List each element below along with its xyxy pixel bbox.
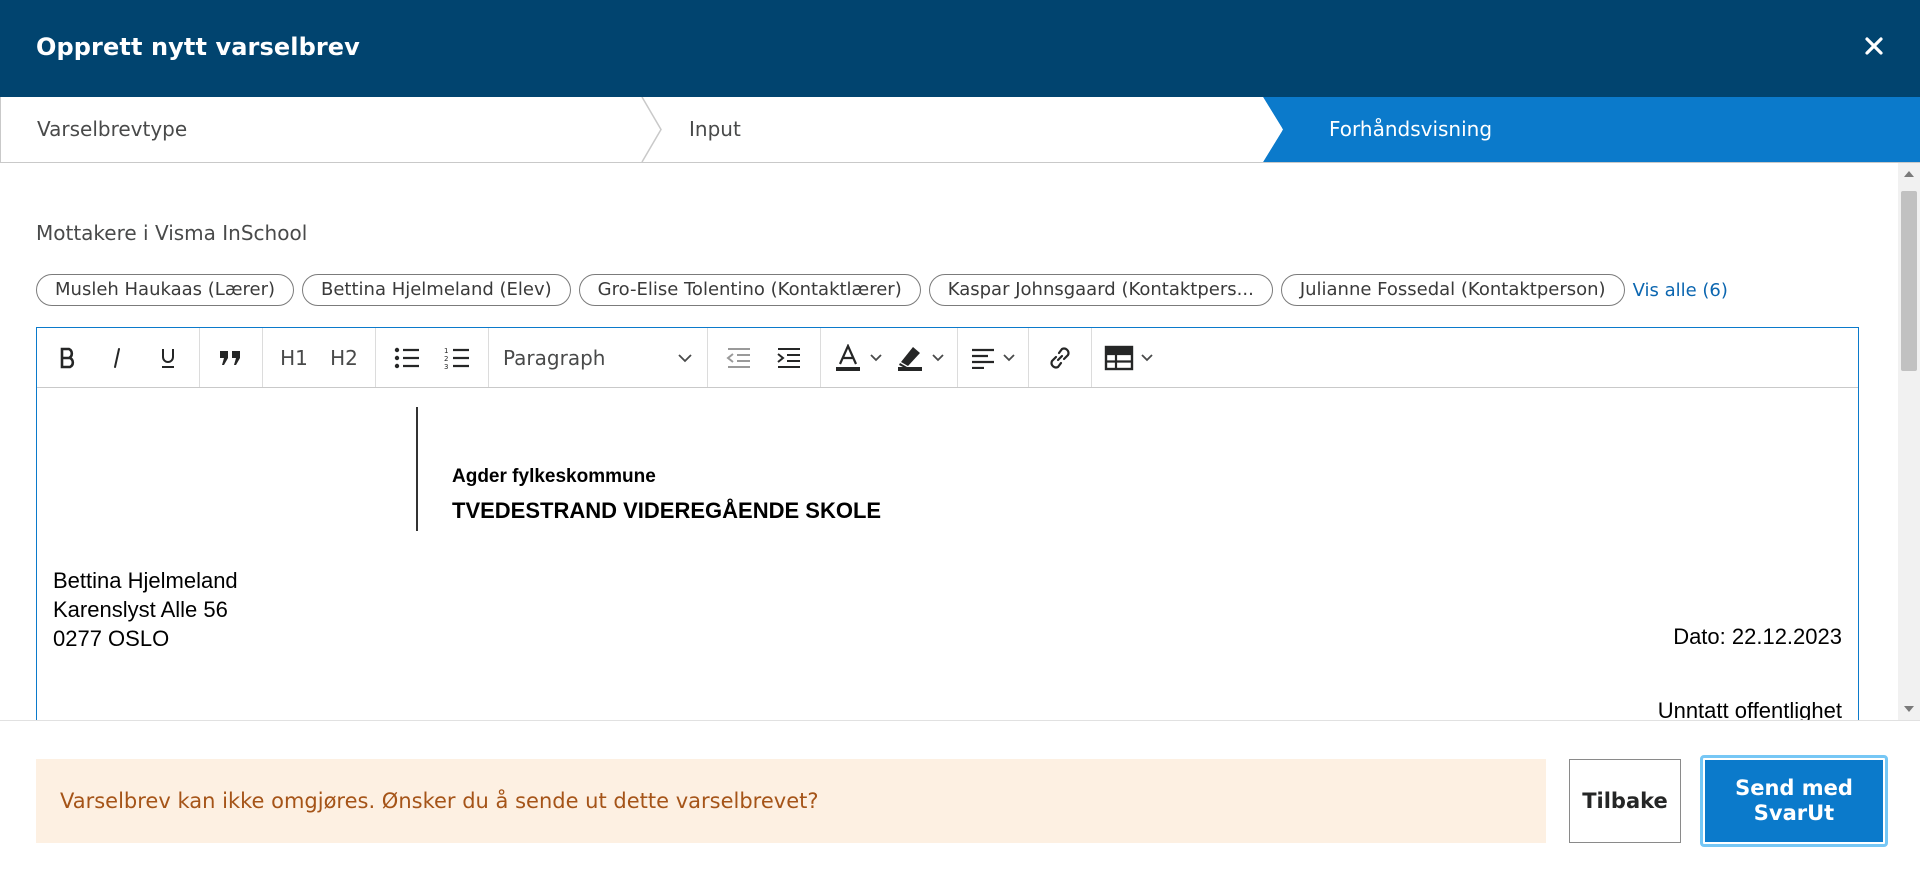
bold-icon <box>60 347 75 368</box>
recipients-label: Mottakere i Visma InSchool <box>36 221 308 245</box>
dialog-footer: Varselbrev kan ikke omgjøres. Ønsker du … <box>0 720 1920 878</box>
editor-toolbar: H1 H2 1 2 3 Paragraph <box>37 328 1858 388</box>
svg-text:3: 3 <box>444 363 448 370</box>
recipient-chip[interactable]: Gro-Elise Tolentino (Kontaktlærer) <box>578 274 921 306</box>
text-color-button[interactable] <box>827 338 889 378</box>
heading1-button[interactable]: H1 <box>269 338 319 378</box>
indent-button[interactable] <box>764 338 814 378</box>
content-scrollbar[interactable] <box>1898 163 1920 720</box>
letter-date: Dato: 22.12.2023 <box>1673 624 1842 649</box>
close-icon[interactable] <box>1858 30 1890 62</box>
numbered-list-button[interactable]: 1 2 3 <box>432 338 482 378</box>
toolbar-group-table <box>1092 328 1166 387</box>
underline-icon <box>162 348 174 368</box>
recipient-address: Bettina Hjelmeland Karenslyst Alle 56 02… <box>53 566 238 653</box>
table-icon <box>1104 345 1134 370</box>
step-separator <box>1263 97 1287 162</box>
dialog-header: Opprett nytt varselbrev <box>0 0 1920 97</box>
send-label-line: Send med <box>1735 776 1853 800</box>
send-button-label: Send med SvarUt <box>1705 760 1883 842</box>
rich-text-editor: H1 H2 1 2 3 Paragraph Agder fylkeskommun… <box>36 327 1859 720</box>
step-varselbrevtype[interactable]: Varselbrevtype <box>37 97 187 162</box>
send-label-line: SvarUt <box>1753 801 1835 825</box>
chevron-down-icon <box>1003 353 1015 361</box>
scroll-down-arrow-icon[interactable] <box>1904 706 1914 712</box>
outdent-icon <box>726 347 750 368</box>
underline-button[interactable] <box>143 338 193 378</box>
toolbar-group-align <box>958 328 1029 387</box>
quote-icon <box>220 350 240 365</box>
recipient-chips: Musleh Haukaas (Lærer) Bettina Hjelmelan… <box>36 274 1728 306</box>
organization-name: Agder fylkeskommune <box>452 466 656 487</box>
step-input[interactable]: Input <box>689 97 741 162</box>
recipient-chip[interactable]: Bettina Hjelmeland (Elev) <box>302 274 571 306</box>
toolbar-group-block-format: Paragraph <box>489 328 708 387</box>
indent-icon <box>777 347 800 368</box>
block-format-value: Paragraph <box>503 345 606 370</box>
highlight-color-button[interactable] <box>889 338 951 378</box>
align-left-icon <box>972 348 994 369</box>
svg-text:1: 1 <box>444 347 448 355</box>
text-color-icon <box>836 343 860 371</box>
numbered-list-icon: 1 2 3 <box>444 347 469 370</box>
back-button[interactable]: Tilbake <box>1569 759 1681 843</box>
bullet-list-icon <box>394 347 419 368</box>
toolbar-group-link <box>1029 328 1092 387</box>
show-all-recipients-link[interactable]: Vis alle (6) <box>1633 280 1728 301</box>
link-button[interactable] <box>1035 338 1085 378</box>
link-icon <box>1050 346 1070 369</box>
send-with-svarut-button[interactable]: Send med SvarUt <box>1700 755 1888 847</box>
chevron-down-icon <box>932 353 944 361</box>
document-preview[interactable]: Agder fylkeskommune TVEDESTRAND VIDEREGÅ… <box>37 388 1858 720</box>
toolbar-group-lists: 1 2 3 <box>376 328 489 387</box>
address-line: Karenslyst Alle 56 <box>53 597 228 622</box>
dialog-title: Opprett nytt varselbrev <box>36 33 360 61</box>
align-button[interactable] <box>964 338 1022 378</box>
outdent-button[interactable] <box>714 338 764 378</box>
step-separator <box>641 97 662 162</box>
blockquote-button[interactable] <box>206 338 256 378</box>
address-line: 0277 OSLO <box>53 626 170 651</box>
bullet-list-button[interactable] <box>382 338 432 378</box>
recipient-chip[interactable]: Kaspar Johnsgaard (Kontaktpers... <box>928 274 1273 306</box>
scrollbar-thumb[interactable] <box>1901 191 1917 371</box>
heading2-button[interactable]: H2 <box>319 338 369 378</box>
svg-text:2: 2 <box>444 355 448 363</box>
chevron-down-icon <box>678 353 692 362</box>
highlighter-icon <box>898 346 922 371</box>
toolbar-group-colors <box>821 328 958 387</box>
chevron-down-icon <box>870 353 882 361</box>
irreversible-warning: Varselbrev kan ikke omgjøres. Ønsker du … <box>36 759 1546 843</box>
address-line: Bettina Hjelmeland <box>53 568 238 593</box>
wizard-stepper: Varselbrevtype Input Forhåndsvisning <box>0 97 1920 163</box>
table-button[interactable] <box>1098 338 1160 378</box>
recipient-chip[interactable]: Musleh Haukaas (Lærer) <box>36 274 294 306</box>
create-alert-letter-dialog: Opprett nytt varselbrev Varselbrevtype I… <box>0 0 1920 878</box>
scroll-up-arrow-icon[interactable] <box>1904 171 1914 177</box>
recipient-chip[interactable]: Julianne Fossedal (Kontaktperson) <box>1280 274 1625 306</box>
classification-label: Unntatt offentlighet <box>1657 698 1842 720</box>
toolbar-group-headings: H1 H2 <box>263 328 376 387</box>
toolbar-group-indent <box>708 328 821 387</box>
block-format-select[interactable]: Paragraph <box>495 338 701 378</box>
toolbar-group-quote <box>200 328 263 387</box>
chevron-down-icon <box>1141 353 1153 361</box>
dialog-content: Mottakere i Visma InSchool Musleh Haukaa… <box>0 163 1920 720</box>
step-forhandsvisning[interactable]: Forhåndsvisning <box>1329 97 1492 162</box>
italic-icon <box>114 347 120 368</box>
toolbar-group-format <box>37 328 200 387</box>
letterhead-divider <box>416 407 418 531</box>
school-name: TVEDESTRAND VIDEREGÅENDE SKOLE <box>452 498 882 523</box>
bold-button[interactable] <box>43 338 93 378</box>
italic-button[interactable] <box>93 338 143 378</box>
